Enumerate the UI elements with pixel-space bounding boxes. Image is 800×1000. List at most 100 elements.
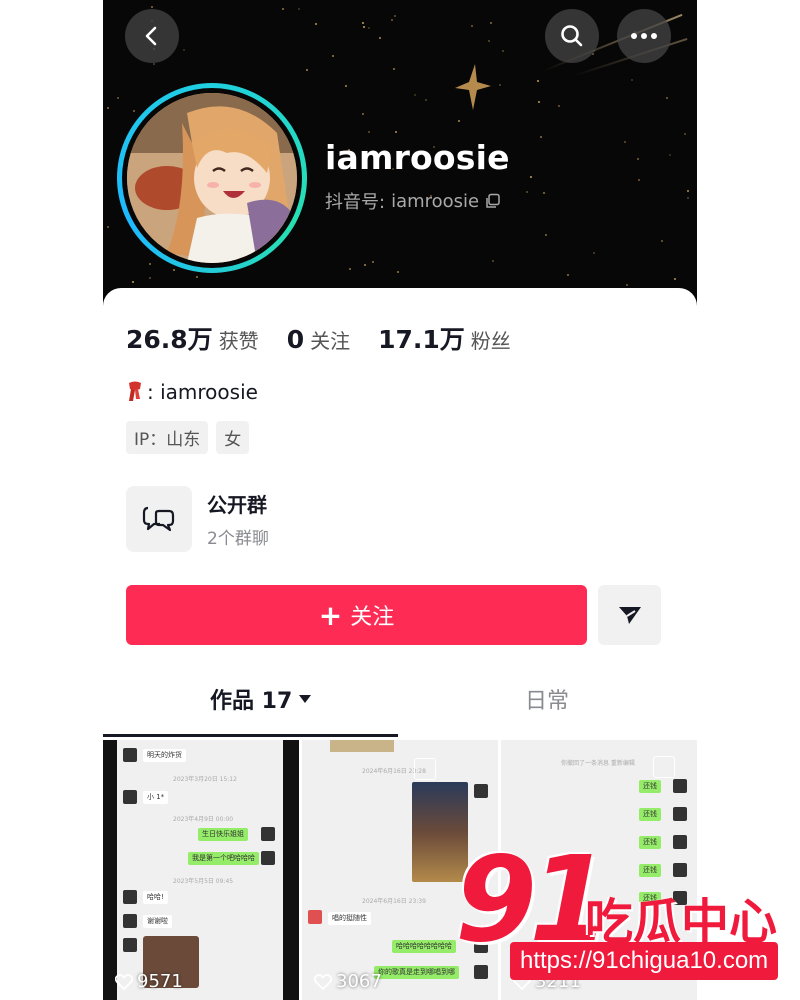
- more-button[interactable]: [617, 9, 671, 63]
- back-button[interactable]: [125, 9, 179, 63]
- star-dot: [394, 15, 396, 17]
- star-dot: [397, 271, 399, 273]
- chat-timestamp: 你撤回了一条消息 重新编辑: [561, 760, 635, 767]
- chat-message: 还钱: [639, 892, 661, 905]
- chat-message: 还钱: [639, 780, 661, 793]
- chat-message: 你的歌真是走到哪唱到哪: [374, 966, 459, 979]
- chat-avatar: [673, 807, 687, 821]
- star-dot: [558, 105, 560, 107]
- star-dot: [538, 101, 540, 103]
- star-dot: [684, 133, 686, 135]
- heart-icon: [115, 973, 133, 990]
- group-subtitle: 2个群聊: [207, 529, 269, 549]
- star-dot: [368, 27, 370, 29]
- chat-message: 哈哈!: [143, 891, 168, 904]
- chat-message: 小 1*: [143, 791, 169, 804]
- tab-works[interactable]: 作品 17: [210, 683, 312, 715]
- star-dot: [332, 55, 334, 57]
- plus-icon: +: [318, 598, 343, 632]
- star-dot: [133, 110, 135, 112]
- followers-count[interactable]: 17.1万: [378, 320, 465, 356]
- star-dot: [687, 197, 689, 199]
- followers-label[interactable]: 粉丝: [471, 325, 511, 354]
- video-likes: 3211: [513, 971, 581, 992]
- copy-icon[interactable]: [485, 193, 501, 209]
- douyin-id-value: iamroosie: [391, 190, 480, 212]
- star-dot: [379, 37, 381, 39]
- chat-message: 还钱: [639, 864, 661, 877]
- chat-avatar: [673, 835, 687, 849]
- star-dot: [638, 179, 640, 181]
- douyin-id-row: 抖音号: iamroosie: [325, 188, 501, 214]
- chevron-left-icon: [145, 26, 157, 46]
- star-dot: [661, 240, 663, 242]
- paper-plane-icon: [618, 607, 641, 624]
- star-dot: [567, 274, 569, 276]
- chat-message: 明天的炸货: [143, 749, 186, 762]
- video-likes-count: 9571: [137, 971, 183, 992]
- star-dot: [173, 269, 175, 271]
- star-dot: [151, 6, 153, 8]
- star-dot: [363, 26, 365, 28]
- star-dot: [425, 99, 427, 101]
- chat-timestamp: 2023年5月5日 09:45: [173, 878, 234, 885]
- star-dot: [545, 234, 547, 236]
- public-group-entry[interactable]: 公开群 2个群聊: [126, 486, 269, 552]
- chat-avatar: [673, 863, 687, 877]
- star-dot: [488, 40, 490, 42]
- star-dot: [540, 136, 542, 138]
- star-dot: [183, 49, 185, 51]
- thumbnail-side-bar: [283, 740, 299, 1000]
- star-dot: [526, 191, 528, 193]
- bio-text: : iamroosie: [147, 380, 258, 404]
- star-dot: [471, 25, 473, 27]
- group-icon-box: [126, 486, 192, 552]
- star-dot: [626, 284, 628, 286]
- star-dot: [153, 63, 155, 65]
- tab-works-label: 作品 17: [210, 689, 293, 714]
- message-button[interactable]: [598, 585, 661, 645]
- chat-avatar: [123, 748, 137, 762]
- chat-avatar: [123, 890, 137, 904]
- chat-avatar: [474, 784, 488, 798]
- tags-row: IP：山东 女: [126, 421, 250, 454]
- avatar[interactable]: [117, 83, 307, 273]
- video-thumbnail[interactable]: 2024年6月16日 23:28 2024年6月16日 23:39 唱的挺随性 …: [302, 740, 498, 1000]
- chat-message: 哈哈哈哈哈哈哈哈: [392, 940, 456, 953]
- star-dot: [624, 141, 626, 143]
- select-box-icon: [653, 756, 675, 778]
- video-thumbnail[interactable]: 你撤回了一条消息 重新编辑 还钱 还钱 还钱 还钱 还钱 3211: [501, 740, 697, 1000]
- more-dots-icon: [631, 33, 657, 39]
- chat-avatar: [673, 891, 687, 905]
- star-dot: [149, 263, 151, 265]
- chat-message: 生日快乐姐姐: [198, 828, 248, 841]
- star-dot: [543, 192, 545, 194]
- star-dot: [132, 281, 134, 283]
- star-dot: [107, 226, 109, 228]
- star-dot: [149, 277, 151, 279]
- following-count[interactable]: 0: [287, 325, 304, 354]
- heart-icon: [314, 973, 332, 990]
- star-dot: [687, 190, 689, 192]
- search-button[interactable]: [545, 9, 599, 63]
- select-box-icon: [414, 758, 436, 780]
- star-dot: [593, 252, 595, 254]
- caret-down-icon: [299, 695, 312, 703]
- star-dot: [669, 154, 671, 156]
- star-dot: [458, 120, 460, 122]
- chat-avatar: [474, 939, 488, 953]
- follow-button[interactable]: + 关注: [126, 585, 587, 645]
- star-dot: [196, 276, 198, 278]
- video-thumbnail[interactable]: 明天的炸货 2023年3月20日 15:12 小 1* 2023年4月9日 00…: [103, 740, 299, 1000]
- profile-sheet: 26.8万 获赞 0 关注 17.1万 粉丝 : iamroosie IP：山东…: [103, 288, 697, 1000]
- chat-avatar: [308, 910, 322, 924]
- chat-avatar: [123, 914, 137, 928]
- username: iamroosie: [325, 138, 510, 177]
- tab-daily[interactable]: 日常: [525, 683, 569, 715]
- following-label[interactable]: 关注: [310, 325, 350, 354]
- search-icon: [561, 25, 583, 47]
- thumbnail-side-bar: [103, 740, 117, 1000]
- profile-screen: iamroosie 抖音号: iamroosie 26.8万 获赞 0 关注 1…: [103, 0, 697, 1000]
- star-dot: [349, 268, 351, 270]
- star-dot: [372, 261, 374, 263]
